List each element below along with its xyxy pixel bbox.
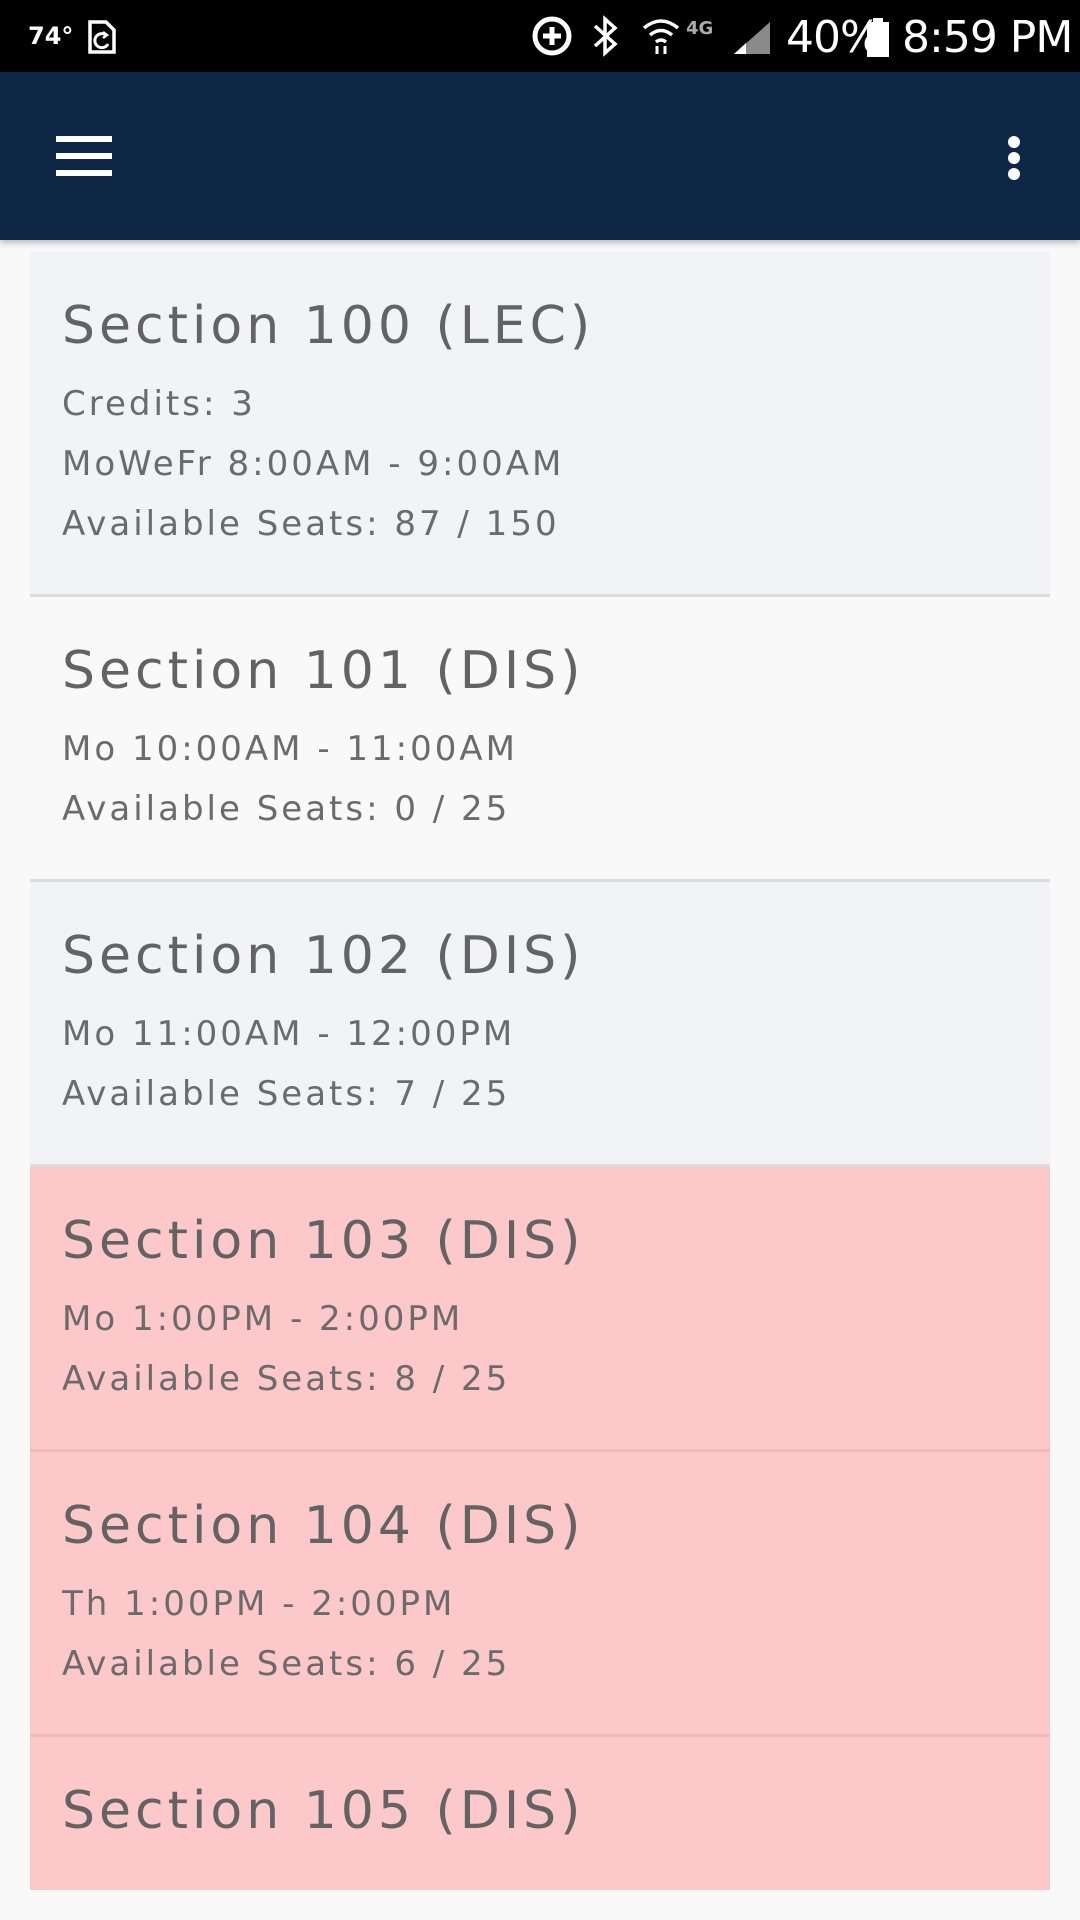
section-detail-line: Available Seats: 7 / 25	[62, 1074, 511, 1114]
section-details: Th 1:00PM - 2:00PM Available Seats: 6 / 2…	[62, 1574, 1018, 1734]
section-detail-line: Th 1:00PM - 2:00PM	[62, 1584, 456, 1624]
section-details: Credits: 3 MoWeFr 8:00AM - 9:00AM Availabl…	[62, 374, 1018, 594]
section-card[interactable]: Section 104 (DIS) Th 1:00PM - 2:00PM Avail…	[30, 1452, 1050, 1737]
section-card[interactable]: Section 101 (DIS) Mo 10:00AM - 11:00AM Ava…	[30, 597, 1050, 882]
section-details	[62, 1859, 1018, 1890]
wifi-calling-icon	[642, 19, 680, 54]
section-detail-line: Available Seats: 6 / 25	[62, 1644, 511, 1684]
section-card[interactable]: Section 102 (DIS) Mo 11:00AM - 12:00PM Ava…	[30, 882, 1050, 1167]
section-detail-line: MoWeFr 8:00AM - 9:00AM	[62, 444, 565, 484]
cell-signal-icon	[734, 22, 770, 54]
section-title: Section 104 (DIS)	[62, 1496, 585, 1556]
menu-button[interactable]	[42, 116, 122, 196]
section-detail-line: Available Seats: 87 / 150	[62, 504, 560, 544]
section-title: Section 100 (LEC)	[62, 296, 595, 356]
screen-rotate-icon	[88, 20, 116, 54]
section-title: Section 102 (DIS)	[62, 926, 585, 986]
section-list[interactable]: Section 100 (LEC) Credits: 3 MoWeFr 8:00AM…	[30, 252, 1050, 1890]
section-detail-line: Credits: 3	[62, 384, 256, 424]
data-saver-icon	[532, 16, 572, 56]
status-bar: 74° 4G 40% 8:59 PM	[0, 0, 1080, 72]
temperature-label: 74°	[28, 22, 74, 50]
section-title: Section 103 (DIS)	[62, 1211, 585, 1271]
section-card[interactable]: Section 105 (DIS)	[30, 1737, 1050, 1890]
section-detail-line: Available Seats: 0 / 25	[62, 789, 511, 829]
clock: 8:59 PM	[902, 12, 1073, 63]
section-card[interactable]: Section 100 (LEC) Credits: 3 MoWeFr 8:00AM…	[30, 252, 1050, 597]
bluetooth-icon	[593, 15, 618, 57]
section-card[interactable]: Section 103 (DIS) Mo 1:00PM - 2:00PM Avail…	[30, 1167, 1050, 1452]
section-title: Section 105 (DIS)	[62, 1781, 585, 1841]
section-details: Mo 1:00PM - 2:00PM Available Seats: 8 / 2…	[62, 1289, 1018, 1449]
section-details: Mo 11:00AM - 12:00PM Available Seats: 7 /…	[62, 1004, 1018, 1164]
battery-icon	[867, 18, 889, 57]
section-title: Section 101 (DIS)	[62, 641, 585, 701]
section-detail-line: Mo 11:00AM - 12:00PM	[62, 1014, 516, 1054]
section-details: Mo 10:00AM - 11:00AM Available Seats: 0 /…	[62, 719, 1018, 879]
overflow-menu-button[interactable]	[988, 116, 1040, 196]
network-type-label: 4G	[686, 18, 714, 39]
section-detail-line: Mo 1:00PM - 2:00PM	[62, 1299, 464, 1339]
section-detail-line: Mo 10:00AM - 11:00AM	[62, 729, 518, 769]
app-bar	[0, 72, 1080, 240]
section-detail-line: Available Seats: 8 / 25	[62, 1359, 511, 1399]
